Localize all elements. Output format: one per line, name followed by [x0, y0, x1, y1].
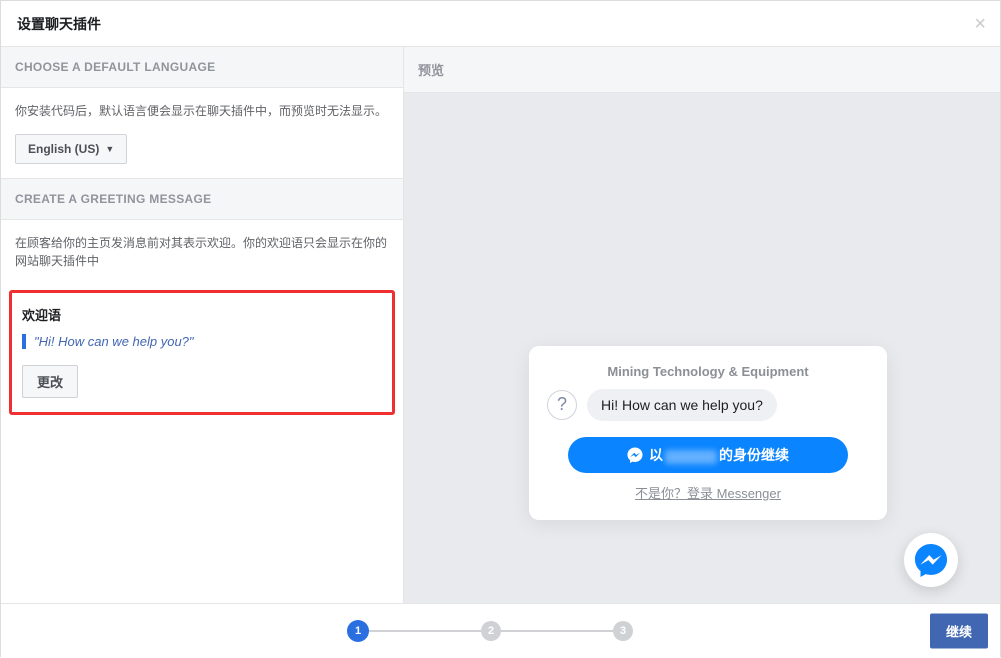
greeting-highlight-box: 欢迎语 "Hi! How can we help you?" 更改 [9, 290, 395, 415]
not-you-link[interactable]: 不是你？登录 Messenger [547, 483, 869, 502]
progress-stepper: 1 2 3 [347, 620, 633, 642]
preview-header: 预览 [404, 47, 1000, 93]
step-1[interactable]: 1 [347, 620, 369, 642]
page-avatar-icon: ? [547, 390, 577, 420]
continue-as-button[interactable]: 以 的身份继续 [568, 437, 848, 473]
preview-panel: 预览 Mining Technology & Equipment ? Hi! H… [404, 47, 1000, 603]
step-connector [501, 630, 613, 632]
settings-modal: 设置聊天插件 × CHOOSE A DEFAULT LANGUAGE 你安装代码… [0, 0, 1001, 657]
continue-suffix: 的身份继续 [719, 445, 789, 465]
language-section-body: 你安装代码后，默认语言便会显示在聊天插件中，而预览时无法显示。 English … [1, 88, 403, 179]
change-greeting-button[interactable]: 更改 [22, 365, 78, 398]
close-icon[interactable]: × [974, 13, 986, 36]
language-section-header: CHOOSE A DEFAULT LANGUAGE [1, 47, 403, 88]
greeting-section-header: CREATE A GREETING MESSAGE [1, 179, 403, 220]
messenger-fab[interactable] [904, 533, 958, 587]
modal-header: 设置聊天插件 × [1, 1, 1000, 47]
continue-prefix: 以 [649, 445, 663, 465]
language-description: 你安装代码后，默认语言便会显示在聊天插件中，而预览时无法显示。 [15, 102, 389, 120]
redacted-name [665, 450, 717, 464]
language-dropdown[interactable]: English (US) ▼ [15, 134, 127, 164]
greeting-description: 在顾客给你的主页发消息前对其表示欢迎。你的欢迎语只会显示在你的网站聊天插件中 [15, 234, 389, 270]
modal-body: CHOOSE A DEFAULT LANGUAGE 你安装代码后，默认语言便会显… [1, 47, 1000, 603]
messenger-icon [914, 543, 948, 577]
chat-greeting-bubble: Hi! How can we help you? [587, 389, 777, 421]
step-connector [369, 630, 481, 632]
settings-panel: CHOOSE A DEFAULT LANGUAGE 你安装代码后，默认语言便会显… [1, 47, 404, 603]
continue-button[interactable]: 继续 [930, 614, 988, 649]
chat-widget-preview: Mining Technology & Equipment ? Hi! How … [529, 346, 887, 520]
greeting-label: 欢迎语 [22, 305, 382, 324]
language-selected: English (US) [28, 142, 99, 156]
caret-down-icon: ▼ [105, 144, 114, 154]
chat-page-name: Mining Technology & Equipment [547, 364, 869, 379]
modal-footer: 1 2 3 继续 [1, 603, 1000, 658]
modal-title: 设置聊天插件 [17, 14, 101, 34]
step-3[interactable]: 3 [613, 621, 633, 641]
chat-greeting-row: ? Hi! How can we help you? [547, 389, 869, 421]
messenger-icon [627, 447, 643, 463]
greeting-preview-text: "Hi! How can we help you?" [22, 334, 382, 349]
step-2[interactable]: 2 [481, 621, 501, 641]
greeting-section-body: 在顾客给你的主页发消息前对其表示欢迎。你的欢迎语只会显示在你的网站聊天插件中 [1, 220, 403, 290]
